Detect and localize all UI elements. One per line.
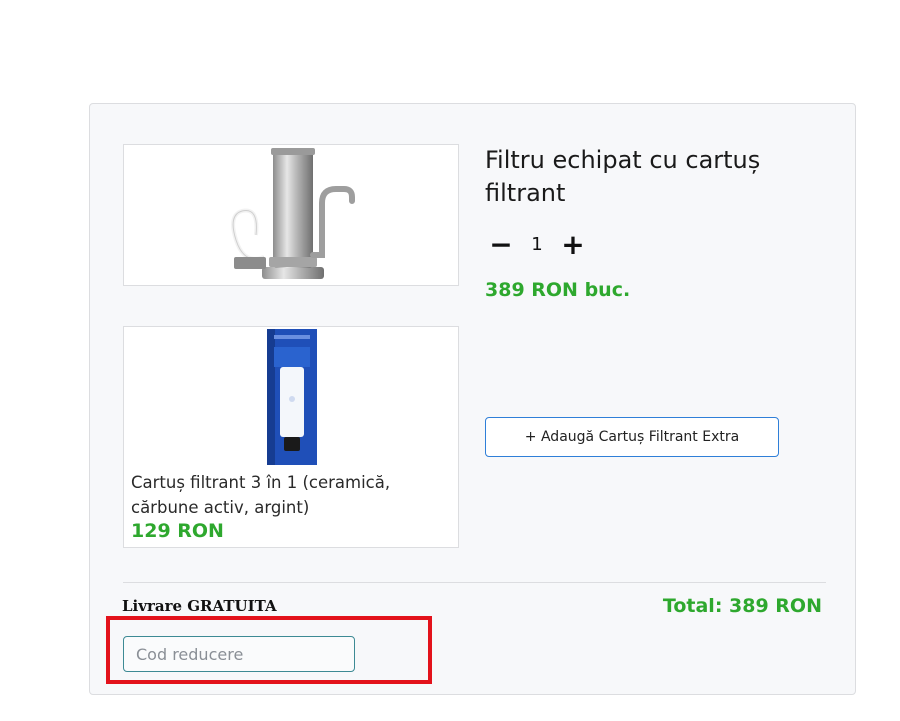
quantity-value: 1: [531, 233, 543, 255]
extra-product-card: Cartuș filtrant 3 în 1 (ceramică, cărbun…: [123, 326, 459, 548]
delivery-info: Livrare GRATUITA: [122, 597, 277, 615]
product-image: [123, 144, 459, 286]
discount-code-input[interactable]: [123, 636, 355, 672]
extra-product-price: 129 RON: [131, 520, 224, 542]
product-title: Filtru echipat cu cartuș filtrant: [485, 146, 761, 207]
cart-total: Total: 389 RON: [662, 595, 822, 617]
cart-item-card: Filtru echipat cu cartuș filtrant − 1 + …: [89, 103, 856, 695]
decrease-quantity-button[interactable]: −: [485, 228, 517, 261]
divider: [123, 582, 826, 583]
increase-quantity-button[interactable]: +: [557, 228, 589, 261]
add-extra-cartridge-button[interactable]: + Adaugă Cartuș Filtrant Extra: [485, 417, 779, 457]
unit-price: 389 RON buc.: [485, 279, 631, 301]
extra-product-description: Cartuș filtrant 3 în 1 (ceramică, cărbun…: [131, 473, 391, 517]
water-filter-faucet-icon: [231, 148, 355, 279]
quantity-stepper: − 1 +: [485, 228, 589, 261]
filter-cartridge-icon: [267, 329, 317, 465]
